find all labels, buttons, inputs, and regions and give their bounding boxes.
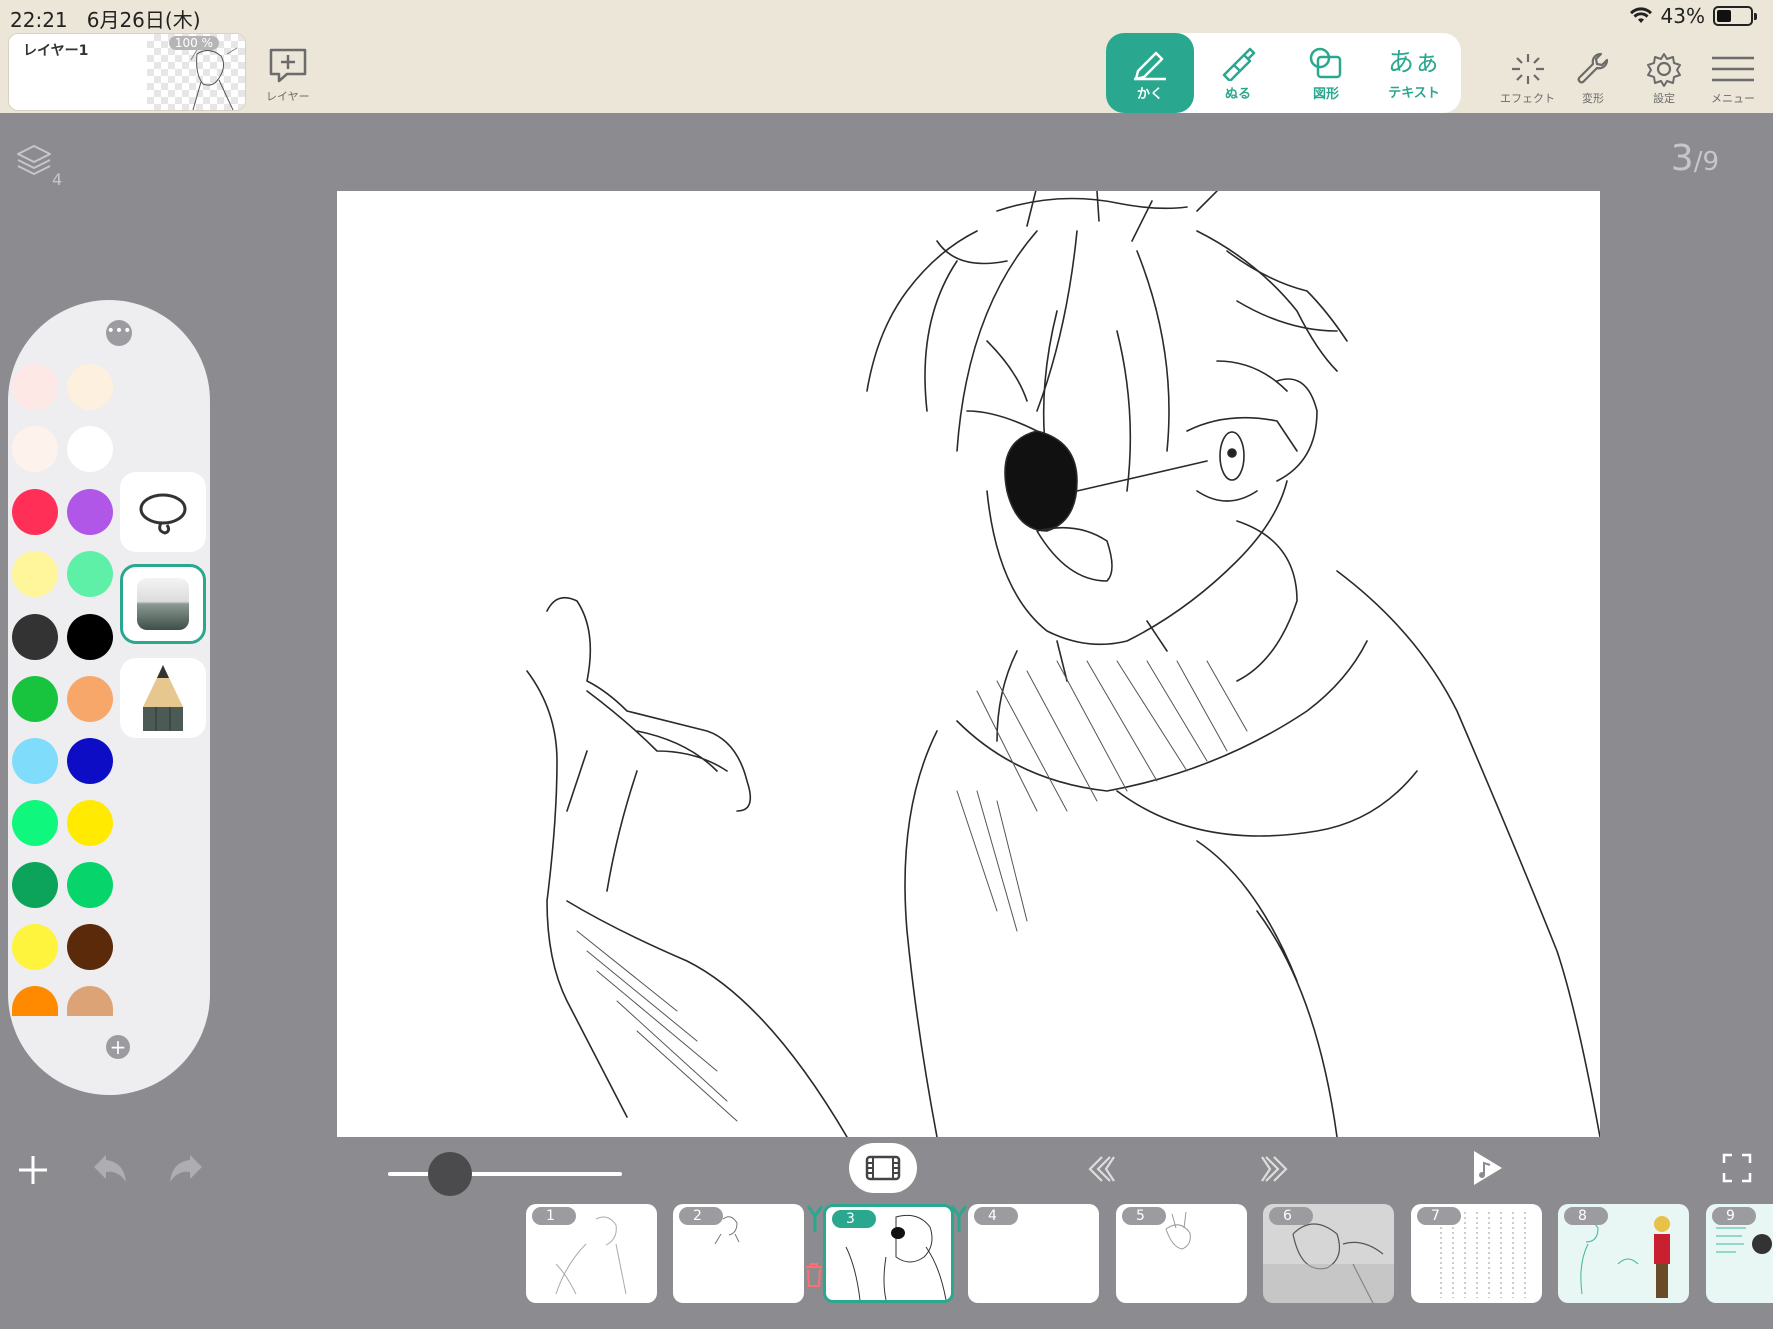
color-swatch[interactable] — [67, 924, 113, 970]
drawing-mode-group: かく ぬる 図形 あぁ テキスト — [1106, 33, 1461, 113]
add-layer-icon — [269, 48, 307, 83]
frame-slider-thumb[interactable] — [428, 1152, 472, 1196]
fill-brush-icon — [1222, 47, 1256, 81]
frame-thumbnail[interactable]: 9 — [1706, 1204, 1773, 1303]
status-date: 6月26日(木) — [86, 8, 201, 32]
color-swatch[interactable] — [12, 364, 58, 410]
onion-skin-left-marker[interactable] — [806, 1204, 824, 1234]
playback-control-bar — [0, 1137, 1773, 1204]
mode-draw-button[interactable]: かく — [1106, 33, 1194, 113]
eraser-tool-button[interactable] — [120, 564, 206, 644]
gear-icon — [1647, 53, 1681, 87]
layers-icon — [17, 145, 51, 175]
next-frame-icon[interactable] — [1258, 1153, 1292, 1185]
color-swatch[interactable] — [67, 676, 113, 722]
wifi-icon — [1629, 7, 1652, 24]
add-frame-icon[interactable] — [16, 1153, 50, 1187]
battery-icon — [1713, 6, 1757, 26]
page-counter: 3/9 — [1670, 138, 1719, 179]
hamburger-icon — [1712, 56, 1754, 82]
color-swatch[interactable] — [12, 676, 58, 722]
drawing-canvas[interactable] — [337, 191, 1600, 1137]
status-time: 22:21 6月26日(木) — [10, 8, 201, 32]
redo-icon[interactable] — [166, 1151, 206, 1187]
status-right: 43% — [1629, 4, 1757, 28]
frame-thumbnail[interactable]: 8 — [1558, 1204, 1689, 1303]
color-palette-panel: ••• + — [8, 300, 210, 1095]
color-swatch[interactable] — [67, 986, 113, 1016]
pencil-tool-button[interactable] — [120, 658, 206, 738]
add-color-button[interactable]: + — [106, 1035, 130, 1059]
delete-frame-icon[interactable] — [804, 1262, 824, 1288]
color-swatch[interactable] — [12, 738, 58, 784]
layer-list-button[interactable]: 4 — [16, 144, 62, 189]
frame-thumbnail[interactable]: 2 — [673, 1204, 804, 1303]
color-swatch[interactable] — [12, 489, 58, 535]
color-swatch[interactable] — [12, 614, 58, 660]
color-swatch[interactable] — [67, 364, 113, 410]
transform-button[interactable]: 変形 — [1573, 50, 1613, 106]
wrench-icon — [1577, 52, 1609, 84]
color-swatch[interactable] — [12, 426, 58, 472]
undo-icon[interactable] — [90, 1151, 130, 1187]
mode-fill-button[interactable]: ぬる — [1194, 33, 1282, 113]
play-music-icon[interactable] — [1470, 1149, 1504, 1187]
menu-button[interactable]: メニュー — [1710, 50, 1756, 106]
top-toolbar: 22:21 6月26日(木) 43% レイヤー1 100 % レイヤー かく ぬ… — [0, 0, 1773, 113]
frame-thumbnail[interactable]: 1 — [526, 1204, 657, 1303]
shape-icon — [1309, 47, 1342, 78]
text-mode-icon: あぁ — [1387, 47, 1440, 78]
frame-thumbnail-current[interactable]: 3 — [823, 1204, 954, 1303]
settings-button[interactable]: 設定 — [1644, 50, 1684, 106]
film-icon — [865, 1155, 901, 1181]
filmstrip-toggle-button[interactable] — [849, 1143, 917, 1193]
color-swatch[interactable] — [67, 800, 113, 846]
current-layer-card[interactable]: レイヤー1 100 % — [8, 33, 246, 111]
previous-frame-icon[interactable] — [1084, 1153, 1118, 1185]
onion-skin-right-marker[interactable] — [950, 1204, 968, 1234]
add-layer-button[interactable]: レイヤー — [266, 46, 310, 104]
frame-thumbnail[interactable]: 5 — [1116, 1204, 1247, 1303]
color-swatch[interactable] — [67, 614, 113, 660]
color-swatch[interactable] — [67, 551, 113, 597]
layers-count: 4 — [52, 170, 63, 189]
color-swatch[interactable] — [12, 986, 58, 1016]
pencil-icon — [1134, 51, 1166, 80]
lasso-tool-button[interactable] — [120, 472, 206, 552]
sparkle-icon — [1511, 54, 1544, 84]
color-swatch[interactable] — [12, 800, 58, 846]
color-swatch[interactable] — [12, 924, 58, 970]
color-swatch[interactable] — [67, 862, 113, 908]
fullscreen-icon[interactable] — [1722, 1153, 1752, 1183]
frame-thumbnail[interactable]: 6 — [1263, 1204, 1394, 1303]
layer-name: レイヤー1 — [23, 43, 89, 59]
frame-thumbnail[interactable]: 7 — [1411, 1204, 1542, 1303]
color-swatch[interactable] — [12, 551, 58, 597]
frame-strip: 1 2 3 4 5 6 7 8 9 — [0, 1204, 1773, 1329]
mode-text-button[interactable]: あぁ テキスト — [1370, 33, 1458, 113]
frame-thumbnail[interactable]: 4 — [968, 1204, 1099, 1303]
color-swatch[interactable] — [67, 738, 113, 784]
lasso-icon — [139, 493, 187, 535]
color-swatch[interactable] — [67, 489, 113, 535]
pencil-brush-icon — [143, 665, 183, 731]
color-swatch[interactable] — [12, 862, 58, 908]
mode-shape-button[interactable]: 図形 — [1282, 33, 1370, 113]
sketch-artwork — [526, 191, 1600, 1137]
frame-slider-track[interactable] — [388, 1172, 622, 1176]
battery-percent: 43% — [1660, 4, 1705, 28]
effect-button[interactable]: エフェクト — [1500, 50, 1555, 106]
eraser-icon — [137, 578, 189, 630]
palette-options-button[interactable]: ••• — [106, 320, 132, 346]
color-swatch[interactable] — [67, 426, 113, 472]
layer-opacity-badge: 100 % — [168, 36, 219, 50]
